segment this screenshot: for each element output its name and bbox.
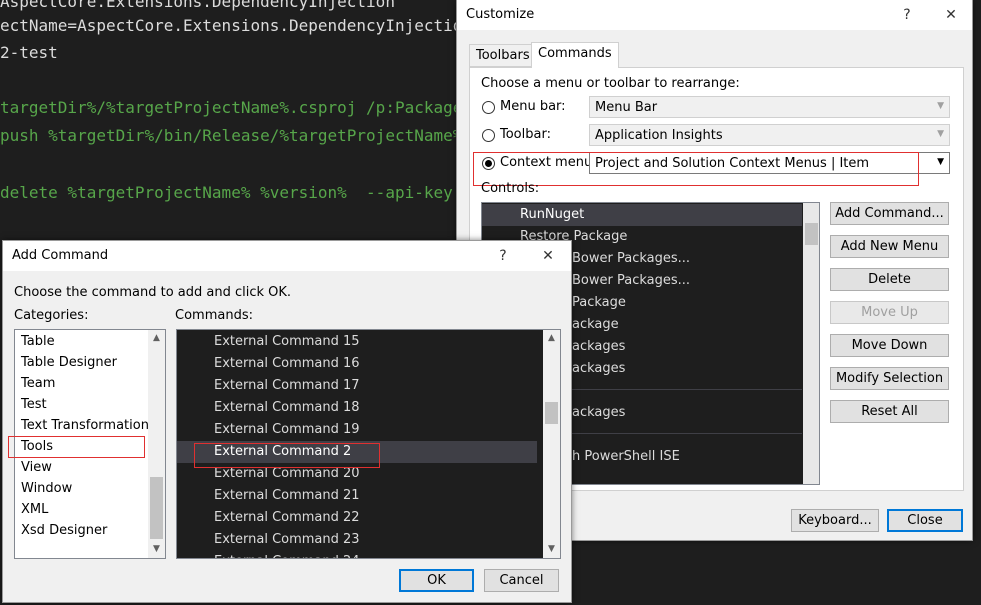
list-item[interactable]: External Command 24	[177, 551, 537, 558]
list-item[interactable]: Window	[15, 478, 145, 499]
code-line: delete %targetProjectName% %version% --a…	[0, 183, 473, 202]
cancel-button[interactable]: Cancel	[484, 569, 559, 592]
close-icon[interactable]: ✕	[939, 4, 963, 26]
list-item[interactable]: External Command 16	[177, 353, 537, 375]
list-item-selected[interactable]: Tools	[15, 436, 145, 457]
instruction-text: Choose the command to add and click OK.	[14, 285, 292, 300]
list-item[interactable]: External Command 19	[177, 419, 537, 441]
code-line: targetDir%/%targetProjectName%.csproj /p…	[0, 98, 463, 117]
ok-button[interactable]: OK	[399, 569, 474, 592]
scroll-up-icon[interactable]: ▲	[543, 330, 560, 347]
close-button[interactable]: Close	[887, 509, 963, 532]
delete-button[interactable]: Delete	[830, 268, 949, 291]
move-down-button[interactable]: Move Down	[830, 334, 949, 357]
toolbar-label: Toolbar:	[500, 127, 551, 142]
list-item[interactable]: Xsd Designer	[15, 520, 145, 541]
context-menu-radio[interactable]	[482, 157, 495, 170]
code-line: ectName=AspectCore.Extensions.Dependency…	[0, 16, 473, 35]
list-item[interactable]: Table Designer	[15, 352, 145, 373]
commands-scrollbar[interactable]: ▲ ▼	[543, 330, 560, 558]
separator	[572, 433, 802, 434]
close-icon[interactable]: ✕	[536, 245, 560, 267]
list-item[interactable]: Test	[15, 394, 145, 415]
controls-scrollbar[interactable]	[803, 203, 819, 484]
add-command-button[interactable]: Add Command...	[830, 202, 949, 225]
add-new-menu-button[interactable]: Add New Menu	[830, 235, 949, 258]
menu-bar-label: Menu bar:	[500, 99, 566, 114]
list-item[interactable]: View	[15, 457, 145, 478]
list-item[interactable]: External Command 18	[177, 397, 537, 419]
list-item[interactable]: External Command 22	[177, 507, 537, 529]
toolbar-select[interactable]: Application Insights ▼	[589, 124, 950, 146]
code-line: push %targetDir%/bin/Release/%targetProj…	[0, 126, 463, 145]
tab-commands[interactable]: Commands	[531, 42, 619, 68]
list-item[interactable]: RunNuget	[482, 204, 802, 226]
scroll-up-icon[interactable]: ▲	[148, 330, 165, 347]
scroll-down-icon[interactable]: ▼	[148, 541, 165, 558]
list-item[interactable]: External Command 17	[177, 375, 537, 397]
scrollbar-thumb[interactable]	[150, 477, 163, 539]
rearrange-prompt: Choose a menu or toolbar to rearrange:	[481, 76, 740, 91]
chevron-down-icon: ▼	[937, 101, 944, 111]
toolbar-value: Application Insights	[595, 128, 723, 143]
scrollbar-thumb[interactable]	[805, 223, 818, 245]
reset-all-button[interactable]: Reset All	[830, 400, 949, 423]
commands-list[interactable]: External Command 15 External Command 16 …	[176, 329, 561, 559]
help-icon[interactable]: ?	[491, 245, 515, 267]
customize-titlebar: Customize ? ✕	[457, 0, 972, 30]
help-icon[interactable]: ?	[895, 4, 919, 26]
add-command-title: Add Command	[12, 248, 109, 263]
categories-list[interactable]: Table Table Designer Team Test Text Tran…	[14, 329, 166, 559]
move-up-button[interactable]: Move Up	[830, 301, 949, 324]
code-line: 2-test	[0, 43, 58, 62]
list-item[interactable]: Text Transformation	[15, 415, 149, 436]
code-line: AspectCore.Extensions.DependencyInjectio…	[0, 0, 395, 11]
list-item[interactable]: External Command 23	[177, 529, 537, 551]
scroll-down-icon[interactable]: ▼	[543, 541, 560, 558]
chevron-down-icon: ▼	[937, 157, 944, 167]
scrollbar-thumb[interactable]	[545, 402, 558, 424]
modify-selection-button[interactable]: Modify Selection	[830, 367, 949, 390]
context-menu-select[interactable]: Project and Solution Context Menus | Ite…	[589, 152, 950, 174]
add-command-dialog: Add Command ? ✕ Choose the command to ad…	[2, 240, 572, 603]
menu-bar-value: Menu Bar	[595, 100, 658, 115]
separator	[572, 389, 802, 390]
add-command-titlebar: Add Command ? ✕	[3, 241, 571, 271]
list-item[interactable]: Table	[15, 331, 145, 352]
categories-scrollbar[interactable]: ▲ ▼	[148, 330, 165, 558]
list-item[interactable]: External Command 20	[177, 463, 537, 485]
commands-label: Commands:	[175, 308, 253, 323]
categories-label: Categories:	[14, 308, 89, 323]
list-item[interactable]: External Command 15	[177, 331, 537, 353]
list-item[interactable]: XML	[15, 499, 145, 520]
controls-label: Controls:	[481, 181, 540, 196]
list-item[interactable]: External Command 21	[177, 485, 537, 507]
toolbar-radio[interactable]	[482, 129, 495, 142]
list-item[interactable]: Team	[15, 373, 145, 394]
menu-bar-radio[interactable]	[482, 101, 495, 114]
menu-bar-select[interactable]: Menu Bar ▼	[589, 96, 950, 118]
list-item-selected[interactable]: External Command 2	[177, 441, 537, 463]
tab-toolbars[interactable]: Toolbars	[469, 44, 537, 67]
chevron-down-icon: ▼	[937, 129, 944, 139]
context-menu-label: Context menu:	[500, 155, 597, 170]
customize-title: Customize	[466, 7, 535, 22]
context-menu-value: Project and Solution Context Menus | Ite…	[595, 156, 870, 171]
keyboard-button[interactable]: Keyboard...	[791, 509, 879, 532]
